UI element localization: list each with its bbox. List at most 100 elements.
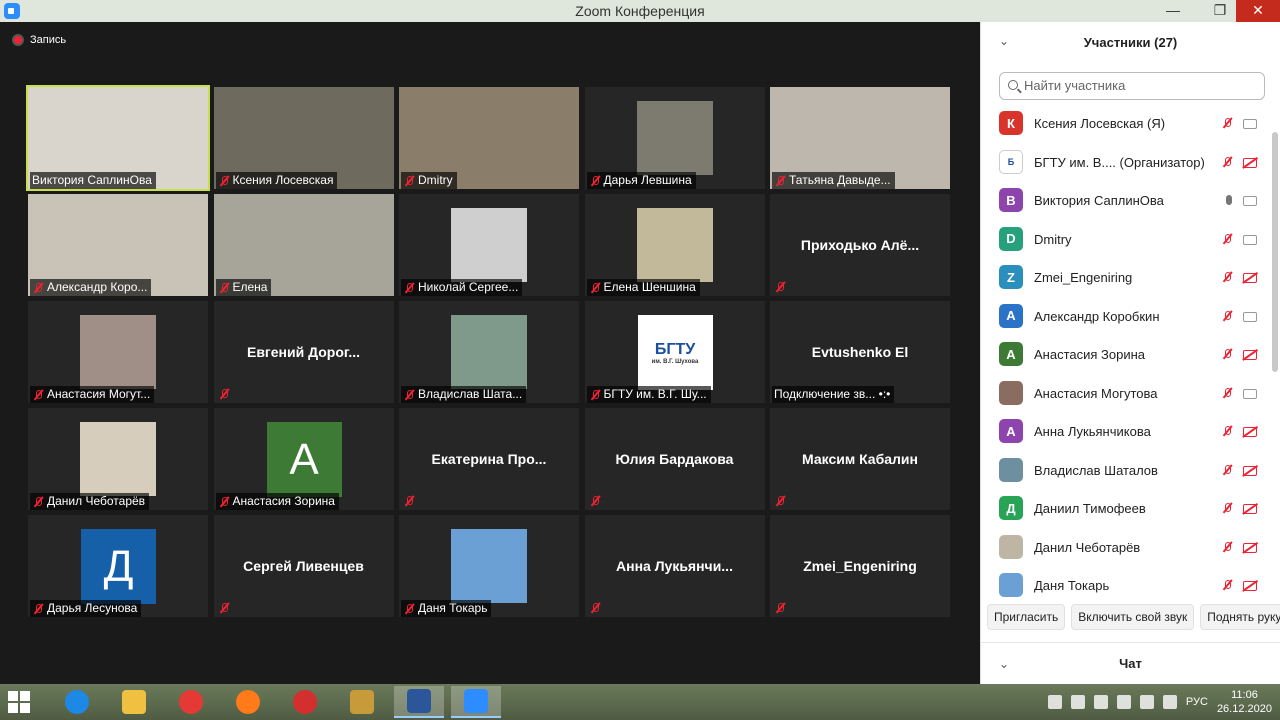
internet-explorer-icon — [65, 690, 89, 714]
participant-row[interactable]: Анастасия Могутова — [981, 374, 1271, 413]
volume-icon[interactable] — [1162, 695, 1177, 709]
participant-row[interactable]: Б БГТУ им. В.... (Организатор) — [981, 143, 1271, 182]
participant-tile[interactable]: Даня Токарь — [399, 515, 579, 617]
participant-tile[interactable]: Татьяна Давыде... — [770, 87, 950, 189]
participant-row[interactable]: Z Zmei_Engeniring — [981, 258, 1271, 297]
opera-icon — [293, 690, 317, 714]
video-off-icon[interactable] — [1243, 157, 1257, 168]
recording-indicator[interactable]: Запись — [12, 34, 66, 46]
participant-row[interactable]: А Анна Лукьянчикова — [981, 412, 1271, 451]
taskbar-word-button[interactable] — [394, 686, 444, 718]
video-icon[interactable] — [1243, 196, 1257, 206]
muted-mic-icon[interactable] — [1221, 156, 1233, 168]
participant-row[interactable]: В Виктория СаплинОва — [981, 181, 1271, 220]
video-icon[interactable] — [1243, 119, 1257, 129]
muted-mic-icon[interactable] — [1221, 425, 1233, 437]
participant-tile[interactable]: Юлия Бардакова — [584, 408, 765, 510]
muted-mic-icon[interactable] — [1221, 541, 1233, 553]
muted-mic-icon[interactable] — [1221, 271, 1233, 283]
participant-tile[interactable]: Ксения Лосевская — [213, 87, 394, 189]
zoom-window: Zoom Конференция — ❐ ✕ Запись Виктория С… — [0, 0, 1280, 684]
video-off-icon[interactable] — [1243, 581, 1257, 591]
participant-tile[interactable]: Владислав Шата... — [399, 301, 579, 403]
participant-tile[interactable]: Zmei_Engeniring — [770, 515, 950, 617]
muted-mic-icon[interactable] — [1221, 117, 1233, 129]
taskbar-zoom-button[interactable] — [451, 686, 501, 718]
unmute-self-button[interactable]: Включить свой звук — [1071, 604, 1195, 630]
minimize-button[interactable]: — — [1158, 0, 1188, 22]
invite-button[interactable]: Пригласить — [987, 604, 1066, 630]
muted-mic-icon[interactable] — [1221, 387, 1233, 399]
participant-tile[interactable]: Максим Кабалин — [770, 408, 950, 510]
participant-row[interactable]: Даня Токарь — [981, 566, 1271, 599]
participant-tile[interactable]: Николай Сергее... — [399, 194, 579, 296]
muted-mic-icon — [589, 282, 601, 294]
participant-row[interactable]: А Анастасия Зорина — [981, 335, 1271, 374]
participant-name: Подключение зв... •:• — [774, 387, 891, 401]
tray-icon[interactable] — [1093, 695, 1108, 709]
muted-mic-icon[interactable] — [1221, 310, 1233, 322]
participant-tile[interactable]: Данил Чеботарёв — [28, 408, 208, 510]
taskbar-chrome-button[interactable] — [166, 686, 216, 718]
video-off-icon[interactable] — [1243, 427, 1257, 437]
participant-row[interactable]: Д Даниил Тимофеев — [981, 489, 1271, 528]
participant-tile[interactable]: Dmitry — [399, 87, 579, 189]
participant-display-name: Анна Лукьянчи... — [616, 558, 733, 574]
network-icon[interactable] — [1139, 695, 1154, 709]
taskbar-firefox-button[interactable] — [223, 686, 273, 718]
participant-tile[interactable]: Дарья Левшина — [584, 87, 765, 189]
mic-icon[interactable] — [1226, 195, 1232, 205]
video-icon[interactable] — [1243, 388, 1257, 399]
participant-row[interactable]: Данил Чеботарёв — [981, 528, 1271, 567]
participant-tile[interactable]: Анастасия Могут... — [28, 301, 208, 403]
participant-tile[interactable]: Д Дарья Лесунова — [28, 515, 208, 617]
participant-tile[interactable]: Екатерина Про... — [399, 408, 579, 510]
participant-tile[interactable]: БГТУ им. В.Г. Шухова БГТУ им. В.Г. Шу... — [584, 301, 765, 403]
video-off-icon[interactable] — [1243, 273, 1257, 283]
muted-mic-icon[interactable] — [1221, 348, 1233, 360]
participant-tile[interactable]: Елена — [213, 194, 394, 296]
tray-icon[interactable] — [1070, 695, 1085, 709]
video-off-icon[interactable] — [1243, 504, 1257, 514]
close-button[interactable]: ✕ — [1236, 0, 1280, 22]
tray-icon[interactable] — [1116, 695, 1131, 709]
tray-icon[interactable] — [1047, 695, 1062, 709]
raise-hand-button[interactable]: Поднять руку — [1200, 604, 1280, 630]
participant-tile[interactable]: Evtushenko El Подключение зв... •:• — [770, 301, 950, 403]
taskbar-opera-button[interactable] — [280, 686, 330, 718]
participant-row[interactable]: Владислав Шаталов — [981, 451, 1271, 490]
video-icon[interactable] — [1243, 234, 1257, 245]
participant-tile[interactable]: Александр Коро... — [28, 194, 208, 296]
participant-tile[interactable]: Елена Шеншина — [584, 194, 765, 296]
participant-row[interactable]: D Dmitry — [981, 220, 1271, 259]
participant-tile[interactable]: Анна Лукьянчи... — [584, 515, 765, 617]
taskbar-file-explorer-button[interactable] — [109, 686, 159, 718]
taskbar-archive-button[interactable] — [337, 686, 387, 718]
windows-start-button[interactable] — [8, 691, 30, 713]
name-tag: Александр Коро... — [30, 279, 152, 296]
participant-tile[interactable]: Приходько Алё... — [770, 194, 950, 296]
participants-scrollbar[interactable] — [1272, 132, 1278, 372]
video-off-icon[interactable] — [1243, 465, 1257, 476]
participant-tile[interactable]: Виктория СаплинОва — [26, 85, 210, 191]
muted-mic-icon[interactable] — [1221, 233, 1233, 245]
maximize-button[interactable]: ❐ — [1205, 0, 1235, 22]
video-icon[interactable] — [1243, 311, 1257, 322]
participants-header: ⌄ Участники (27) — [981, 22, 1280, 62]
participant-tile[interactable]: Сергей Ливенцев — [213, 515, 394, 617]
chat-header[interactable]: ⌄ Чат — [981, 642, 1280, 684]
participant-row[interactable]: А Александр Коробкин — [981, 297, 1271, 336]
muted-mic-icon[interactable] — [1221, 579, 1233, 591]
participant-tile[interactable]: Евгений Дорог... — [213, 301, 394, 403]
participant-search-input[interactable]: Найти участника — [999, 72, 1265, 100]
muted-mic-icon[interactable] — [1221, 464, 1233, 476]
muted-mic-icon[interactable] — [1221, 502, 1233, 514]
participant-row[interactable]: К Ксения Лосевская (Я) — [981, 104, 1271, 143]
video-off-icon[interactable] — [1243, 350, 1257, 360]
clock[interactable]: 11:06 26.12.2020 — [1217, 688, 1272, 716]
video-off-icon[interactable] — [1243, 542, 1257, 553]
taskbar-internet-explorer-button[interactable] — [52, 686, 102, 718]
language-indicator[interactable]: РУС — [1186, 696, 1208, 708]
zoom-icon — [464, 689, 488, 713]
participant-tile[interactable]: A Анастасия Зорина — [213, 408, 394, 510]
